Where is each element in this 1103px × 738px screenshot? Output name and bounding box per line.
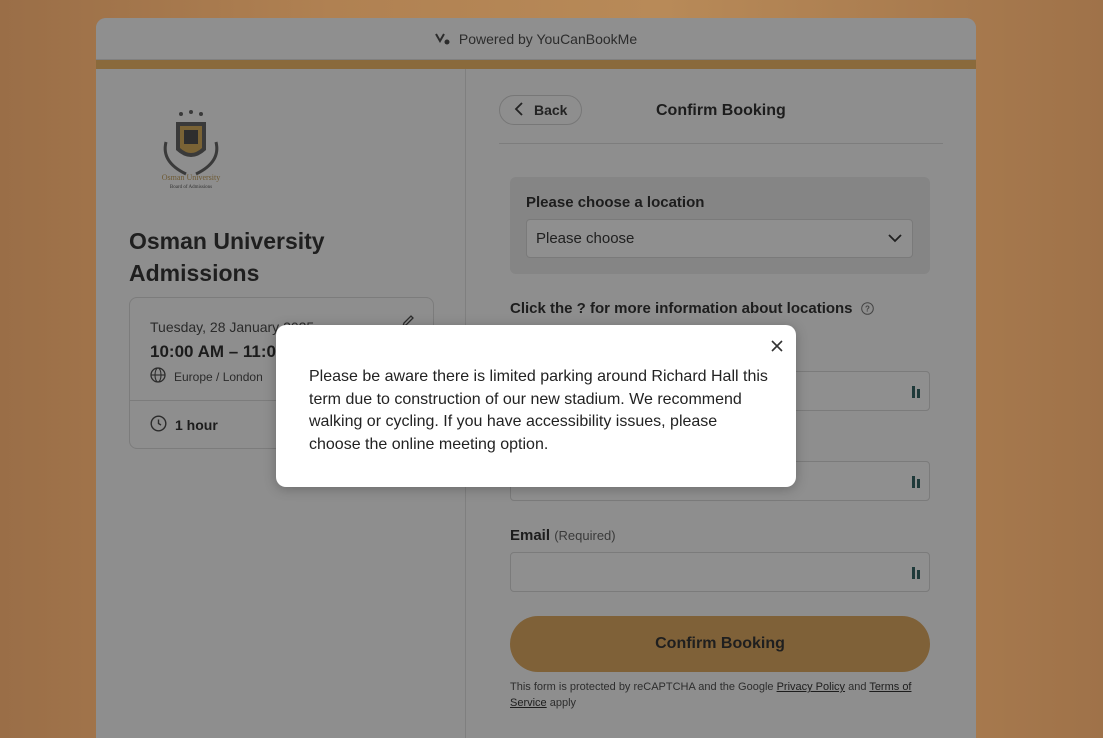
organization-name: Osman University Admissions [129,228,325,286]
back-label: Back [534,102,568,118]
modal-message: Please be aware there is limited parking… [309,368,768,453]
event-timezone[interactable]: Europe / London [150,367,263,386]
parking-notice-modal: Please be aware there is limited parking… [276,325,796,487]
event-duration: 1 hour [150,415,218,435]
location-label: Please choose a location [526,194,705,211]
powered-by-bar[interactable]: Powered by YouCanBookMe [96,18,976,60]
location-selected-value: Please choose [536,230,635,247]
globe-icon [150,367,166,386]
clock-icon [150,415,167,435]
chevron-left-icon [514,101,524,119]
university-logo: Osman University Board of Admissions [146,102,236,192]
timezone-label: Europe / London [174,369,263,384]
powered-by-text: Powered by YouCanBookMe [458,30,638,47]
header-divider [499,143,943,144]
help-icon[interactable]: ? [860,302,874,315]
location-select[interactable]: Please choose [526,219,913,258]
logo-subcaption: Board of Admissions [170,185,212,190]
email-label-text: Email [510,527,551,544]
password-manager-icon[interactable] [911,475,923,489]
recaptcha-notice: This form is protected by reCAPTCHA and … [510,681,912,709]
password-manager-icon[interactable] [911,566,923,580]
location-panel: Please choose a location Please choose [510,177,930,274]
password-manager-icon[interactable] [911,385,923,399]
location-info-text: Click the ? for more information about l… [510,300,853,317]
close-icon[interactable] [770,339,784,353]
privacy-policy-link[interactable]: Privacy Policy [777,681,845,693]
chevron-down-icon [888,230,902,247]
back-button[interactable]: Back [499,95,582,125]
page-title: Confirm Booking [656,102,786,119]
confirm-booking-button[interactable]: Confirm Booking [510,616,930,672]
accent-strip [96,60,976,69]
duration-label: 1 hour [175,417,218,433]
logo-caption: Osman University [162,173,220,182]
email-field[interactable] [510,552,930,592]
required-tag: (Required) [554,528,616,543]
location-info: Click the ? for more information about l… [510,300,874,317]
email-label: Email (Required) [510,527,616,544]
svg-text:?: ? [865,305,870,314]
youcanbookme-logo-icon [435,32,451,46]
